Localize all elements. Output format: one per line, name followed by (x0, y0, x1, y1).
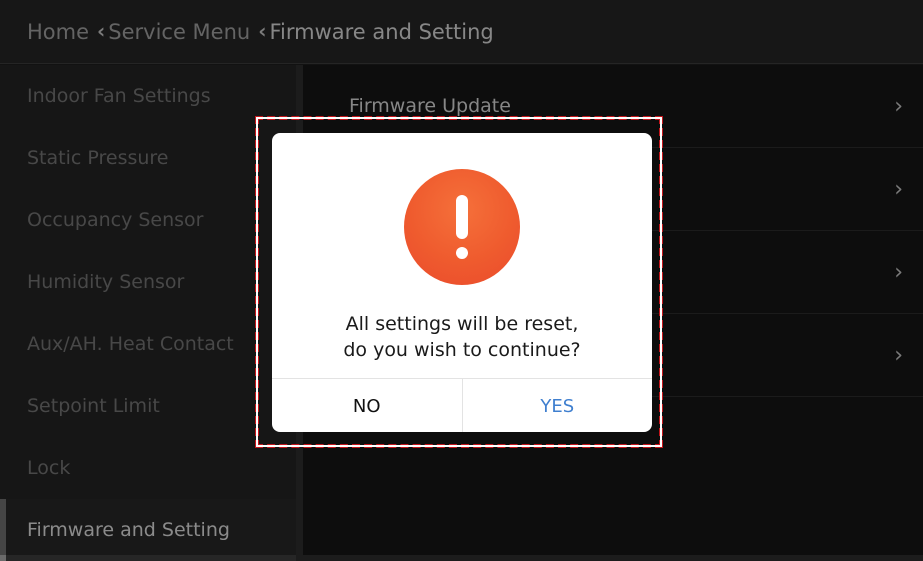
dialog-buttons: NO YES (272, 378, 652, 432)
dialog-message-line1: All settings will be reset, (345, 313, 579, 335)
exclamation-dot (456, 247, 468, 259)
exclamation-bar (456, 195, 468, 239)
yes-button[interactable]: YES (463, 379, 653, 432)
dialog-message-line2: do you wish to continue? (343, 339, 581, 361)
no-button[interactable]: NO (272, 379, 463, 432)
confirm-dialog: All settings will be reset, do you wish … (272, 133, 652, 432)
alert-icon (404, 169, 520, 285)
dialog-message: All settings will be reset, do you wish … (272, 311, 652, 363)
